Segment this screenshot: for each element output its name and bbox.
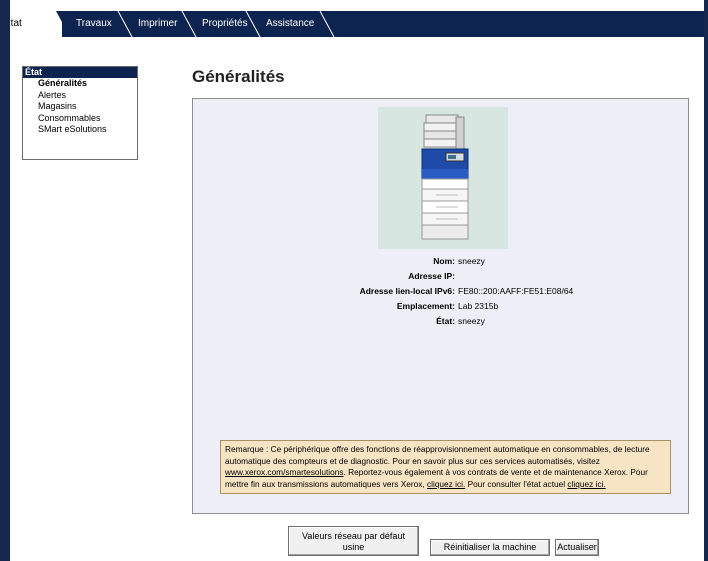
sidebar-item-smart-esolutions[interactable]: SMart eSolutions: [23, 124, 137, 136]
current-status-link[interactable]: cliquez ici.: [567, 479, 605, 489]
sidebar-header: État: [23, 67, 137, 78]
network-defaults-label-line2: usine: [342, 542, 365, 552]
right-frame: [704, 0, 708, 561]
opt-out-link[interactable]: cliquez ici.: [427, 479, 465, 489]
network-defaults-label-line1: Valeurs réseau par défaut: [302, 531, 405, 541]
info-label-status: État:: [436, 316, 455, 326]
sidebar-item-magasins[interactable]: Magasins: [23, 101, 137, 113]
reset-machine-button[interactable]: Réinitialiser la machine: [430, 539, 550, 556]
info-value-name: sneezy: [458, 256, 485, 266]
info-value-ipv6: FE80::200:AAFF:FE51:E08/64: [458, 286, 574, 296]
printer-image: [378, 107, 508, 249]
info-row-location: Emplacement:: [300, 301, 455, 313]
page-title: Généralités: [192, 67, 285, 86]
sidebar-item-alertes[interactable]: Alertes: [23, 90, 137, 102]
info-label-name: Nom:: [433, 256, 455, 266]
smartesolutions-link[interactable]: www.xerox.com/smartesolutions: [225, 467, 344, 477]
info-row-ip: Adresse IP:: [300, 271, 455, 283]
remark-text-1: Remarque : Ce périphérique offre des fon…: [225, 444, 650, 466]
info-row-status: État:: [300, 316, 455, 328]
info-value-status: sneezy: [458, 316, 485, 326]
network-defaults-button[interactable]: Valeurs réseau par défaut usine: [288, 526, 419, 556]
info-label-ip: Adresse IP:: [408, 271, 455, 281]
info-label-location: Emplacement:: [396, 301, 455, 311]
info-label-ipv6: Adresse lien-local IPv6:: [359, 286, 455, 296]
info-value-location: Lab 2315b: [458, 301, 499, 311]
info-row-name: Nom:: [300, 256, 455, 268]
remark-box: Remarque : Ce périphérique offre des fon…: [220, 440, 671, 494]
printer-illustration: [421, 114, 469, 240]
refresh-button[interactable]: Actualiser: [555, 539, 599, 556]
tab-separators: [117, 11, 335, 37]
sidebar: État Généralités Alertes Magasins Consom…: [22, 66, 138, 160]
sidebar-item-consommables[interactable]: Consommables: [23, 113, 137, 125]
remark-text-3: Pour consulter l'état actuel: [465, 478, 568, 489]
sidebar-item-generalites[interactable]: Généralités: [23, 78, 137, 90]
info-row-ipv6: Adresse lien-local IPv6:: [300, 286, 455, 298]
left-frame: [0, 0, 10, 561]
